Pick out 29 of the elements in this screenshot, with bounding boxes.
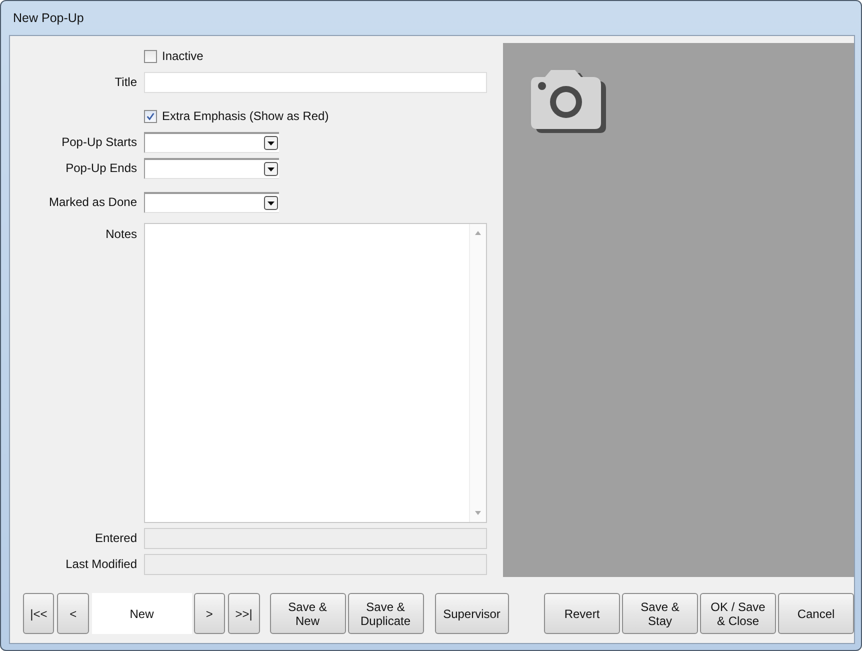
- field-label: Notes: [104, 226, 137, 241]
- date-dropdown[interactable]: [144, 132, 279, 152]
- title-field[interactable]: [144, 72, 487, 92]
- save-button[interactable]: Save & Duplicate: [348, 593, 424, 634]
- supervisor-button[interactable]: Supervisor: [434, 593, 509, 634]
- next-record-button[interactable]: >: [194, 593, 226, 634]
- field-label: Title: [114, 75, 137, 89]
- dialog-button[interactable]: Revert: [544, 593, 620, 634]
- window-title: New Pop-Up: [13, 11, 84, 25]
- save-button[interactable]: Save & New: [270, 593, 346, 634]
- dialog-button[interactable]: OK / Save & Close: [700, 593, 776, 634]
- dialog-button[interactable]: Save & Stay: [622, 593, 698, 634]
- checkbox[interactable]: [144, 50, 157, 62]
- field-label: Marked as Done: [48, 195, 137, 209]
- previous-record-button[interactable]: <: [57, 593, 89, 634]
- first-record-button[interactable]: |<<: [23, 593, 54, 634]
- field-label: Pop-Up Starts: [60, 135, 137, 149]
- checkbox-label: Extra Emphasis (Show as Red): [162, 109, 329, 123]
- field-label: Pop-Up Ends: [64, 161, 137, 175]
- last-record-button[interactable]: >>|: [228, 593, 260, 634]
- checkbox[interactable]: [144, 110, 157, 122]
- checkbox-label: Inactive: [162, 49, 204, 63]
- field-label: Last Modified: [64, 557, 137, 571]
- record-indicator: New: [92, 593, 192, 634]
- field-label: Entered: [94, 531, 137, 545]
- date-dropdown[interactable]: [144, 192, 279, 212]
- notes-field[interactable]: [144, 223, 487, 523]
- dialog-button[interactable]: Cancel: [778, 593, 854, 634]
- date-dropdown[interactable]: [144, 158, 279, 178]
